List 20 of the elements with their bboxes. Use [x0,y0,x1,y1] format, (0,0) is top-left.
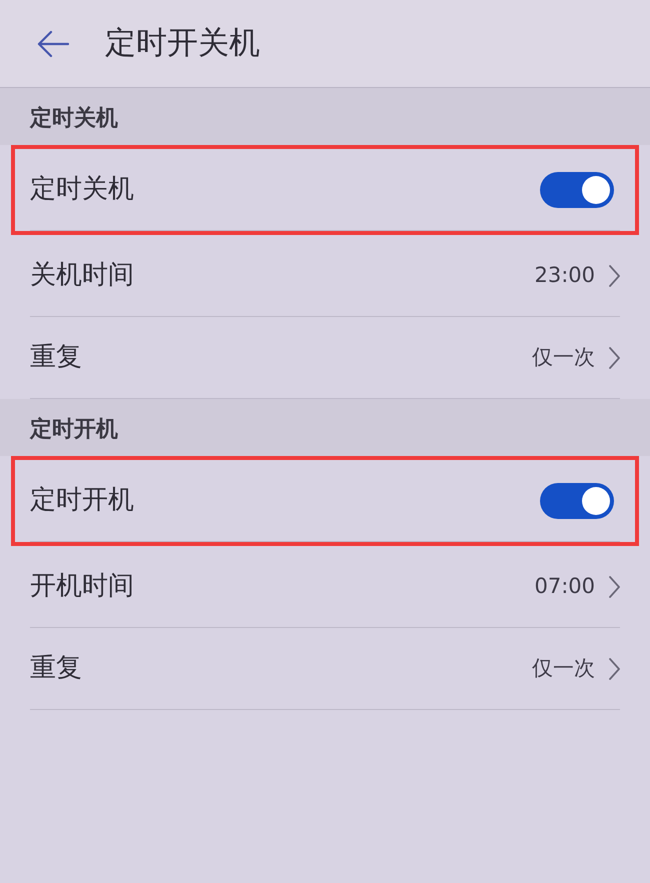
setting-value[interactable]: 仅一次 [532,652,595,684]
chevron-right-icon [609,346,620,368]
section-header: 定时关机 [0,88,650,145]
back-arrow-icon[interactable] [37,30,69,58]
chevron-right-icon [609,264,620,286]
toggle-switch[interactable] [540,172,614,208]
setting-value[interactable]: 仅一次 [532,342,595,374]
section-header: 定时开机 [0,399,650,456]
setting-label: 定时开机 [30,484,134,517]
setting-label: 开机时间 [30,570,134,603]
setting-label: 重复 [30,652,82,685]
setting-label: 关机时间 [30,259,134,292]
setting-label: 重复 [30,341,82,374]
setting-label: 定时关机 [30,173,134,206]
chevron-right-icon [609,658,620,680]
setting-value[interactable]: 07:00 [534,570,595,602]
chevron-right-icon [609,576,620,598]
toggle-switch[interactable] [540,482,614,518]
page-title: 定时开关机 [105,24,260,64]
setting-value[interactable]: 23:00 [534,260,595,292]
